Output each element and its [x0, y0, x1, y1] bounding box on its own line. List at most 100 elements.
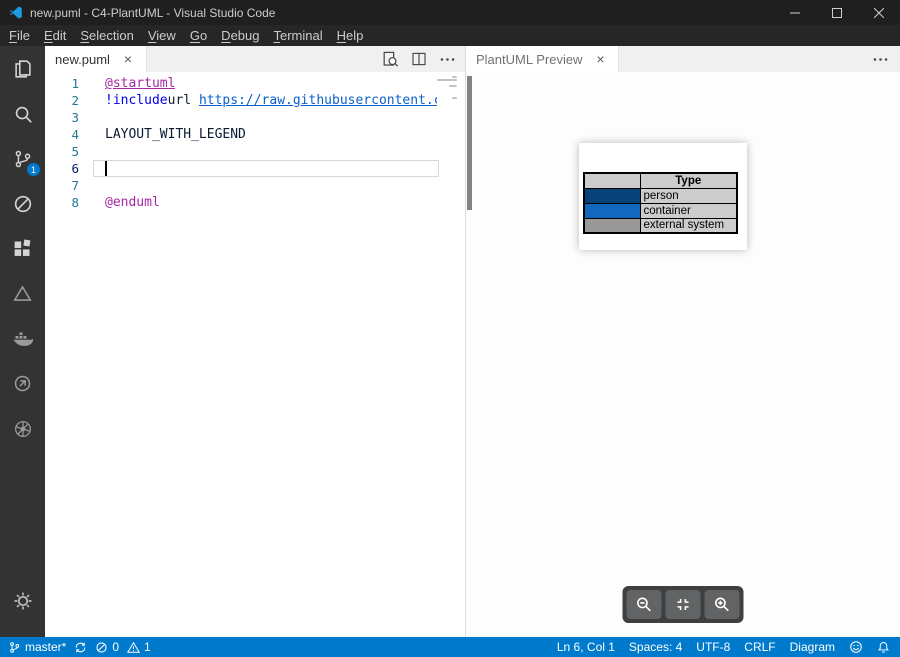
legend-header-type: Type — [640, 173, 737, 188]
diagram-preview-image: Typepersoncontainerexternal system — [579, 143, 747, 250]
activity-explorer[interactable] — [0, 46, 45, 91]
legend-color-swatch — [584, 203, 640, 218]
code-line[interactable]: 4LAYOUT_WITH_LEGEND — [45, 126, 465, 143]
preview-more-actions-button[interactable] — [871, 46, 900, 72]
bell-icon — [877, 641, 890, 654]
kubernetes-icon — [12, 418, 34, 440]
warning-icon — [127, 641, 140, 654]
close-tab-icon[interactable]: × — [120, 51, 136, 67]
split-editor-icon — [410, 50, 428, 68]
activity-circle-extension[interactable] — [0, 361, 45, 406]
menu-view[interactable]: View — [141, 25, 183, 46]
split-editor-button[interactable] — [410, 50, 428, 68]
status-feedback[interactable] — [849, 640, 863, 654]
preview-content: Typepersoncontainerexternal system — [466, 72, 900, 637]
status-encoding[interactable]: UTF-8 — [696, 640, 730, 654]
branch-icon — [8, 641, 21, 654]
zoom-in-icon — [713, 595, 732, 614]
activity-triangle-extension[interactable] — [0, 271, 45, 316]
activity-debug[interactable] — [0, 181, 45, 226]
status-right: Ln 6, Col 1 Spaces: 4 UTF-8 CRLF Diagram — [557, 640, 900, 654]
status-indentation[interactable]: Spaces: 4 — [629, 640, 682, 654]
code-line[interactable]: 3 — [45, 109, 465, 126]
preview-diagram-button[interactable] — [381, 50, 400, 69]
status-eol[interactable]: CRLF — [744, 640, 775, 654]
zoom-reset-button[interactable] — [666, 590, 701, 619]
status-errors[interactable]: 0 — [95, 640, 119, 654]
status-git-branch[interactable]: master* — [8, 640, 66, 654]
smiley-icon — [849, 640, 863, 654]
docker-icon — [11, 327, 35, 351]
code-line[interactable]: 1@startuml — [45, 75, 465, 92]
zoom-in-button[interactable] — [705, 590, 740, 619]
status-notifications[interactable] — [877, 641, 890, 654]
menu-debug[interactable]: Debug — [214, 25, 266, 46]
code-line[interactable]: 2!includeurl https://raw.githubuserconte… — [45, 92, 465, 109]
vscode-window: new.puml - C4-PlantUML - Visual Studio C… — [0, 0, 900, 657]
status-encoding-label: UTF-8 — [696, 640, 730, 654]
tab-plantuml-preview[interactable]: PlantUML Preview × — [466, 46, 619, 72]
legend-color-swatch — [584, 218, 640, 233]
debug-icon — [12, 193, 34, 215]
code-line[interactable]: 6 — [45, 160, 465, 177]
preview-tabs: PlantUML Preview × — [466, 46, 900, 72]
sync-icon — [74, 641, 87, 654]
code-text: LAYOUT_WITH_LEGEND — [93, 127, 246, 142]
more-actions-button[interactable] — [438, 50, 457, 69]
maximize-button[interactable] — [816, 0, 858, 25]
status-language-mode[interactable]: Diagram — [790, 640, 835, 654]
code-line[interactable]: 5 — [45, 143, 465, 160]
line-number: 5 — [45, 144, 93, 159]
circle-extension-icon — [12, 373, 33, 394]
line-number: 3 — [45, 110, 93, 125]
status-warnings[interactable]: 1 — [127, 640, 151, 654]
vscode-logo-icon — [8, 5, 23, 20]
minimize-button[interactable] — [774, 0, 816, 25]
tab-new-puml[interactable]: new.puml × — [45, 46, 147, 72]
zoom-out-icon — [635, 595, 654, 614]
activity-bar: 1 — [0, 46, 45, 637]
close-tab-icon[interactable]: × — [592, 51, 608, 67]
legend-label: external system — [640, 218, 737, 233]
activity-extensions[interactable] — [0, 226, 45, 271]
source-control-badge: 1 — [27, 163, 40, 176]
status-cursor-position[interactable]: Ln 6, Col 1 — [557, 640, 615, 654]
preview-diagram-icon — [381, 50, 400, 69]
close-button[interactable] — [858, 0, 900, 25]
editor-tabs: new.puml × — [45, 46, 465, 72]
menu-edit[interactable]: Edit — [37, 25, 73, 46]
menu-selection[interactable]: Selection — [73, 25, 140, 46]
search-icon — [12, 103, 34, 125]
menu-terminal[interactable]: Terminal — [266, 25, 329, 46]
zoom-toolbar — [623, 586, 744, 623]
status-left: master* 01 — [0, 640, 151, 654]
code-line[interactable]: 8@enduml — [45, 194, 465, 211]
code-line[interactable]: 7 — [45, 177, 465, 194]
menu-help[interactable]: Help — [330, 25, 371, 46]
zoom-out-button[interactable] — [627, 590, 662, 619]
line-number: 6 — [45, 161, 93, 176]
status-sync[interactable] — [74, 641, 87, 654]
activity-settings[interactable] — [0, 578, 45, 623]
menubar: FileEditSelectionViewGoDebugTerminalHelp — [0, 25, 900, 46]
code-editor[interactable]: 1@startuml2!includeurl https://raw.githu… — [45, 72, 465, 637]
activity-search[interactable] — [0, 91, 45, 136]
tab-label: new.puml — [55, 52, 110, 67]
code-text: @enduml — [93, 195, 160, 210]
activity-kubernetes[interactable] — [0, 406, 45, 451]
activity-source-control[interactable]: 1 — [0, 136, 45, 181]
legend-label: container — [640, 203, 737, 218]
activity-docker[interactable] — [0, 316, 45, 361]
status-eol-label: CRLF — [744, 640, 775, 654]
menu-file[interactable]: File — [2, 25, 37, 46]
status-git-branch-label: master* — [25, 640, 66, 654]
explorer-icon — [12, 58, 34, 80]
menu-go[interactable]: Go — [183, 25, 214, 46]
more-actions-icon — [438, 50, 457, 69]
status-errors-label: 0 — [112, 640, 119, 654]
preview-scrollbar-thumb[interactable] — [467, 76, 472, 210]
code-text: @startuml — [93, 76, 175, 91]
status-language-mode-label: Diagram — [790, 640, 835, 654]
tab-label: PlantUML Preview — [476, 52, 582, 67]
settings-icon — [12, 590, 34, 612]
